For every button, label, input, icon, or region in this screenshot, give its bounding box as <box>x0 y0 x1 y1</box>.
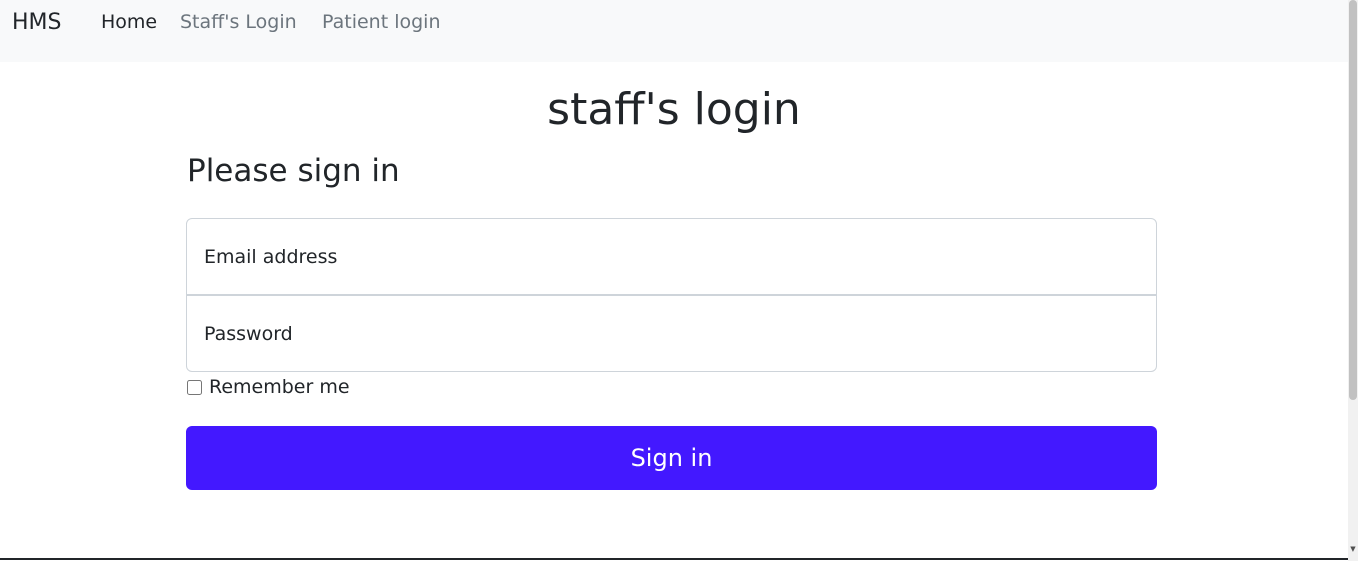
nav-link-staff-login[interactable]: Staff's Login <box>180 11 297 33</box>
navbar: HMS Home Staff's Login Patient login <box>0 0 1348 62</box>
sign-in-button[interactable]: Sign in <box>186 426 1157 490</box>
email-field <box>186 218 1157 295</box>
scroll-down-arrow-icon[interactable]: ▼ <box>1349 545 1357 553</box>
remember-me-checkbox[interactable] <box>187 379 202 395</box>
scrollbar-thumb[interactable] <box>1349 0 1357 400</box>
page-title: staff's login <box>547 84 801 135</box>
password-input[interactable] <box>187 296 1156 371</box>
sign-in-heading: Please sign in <box>187 153 400 189</box>
bottom-divider <box>0 558 1348 560</box>
brand-link[interactable]: HMS <box>12 10 62 35</box>
remember-me-label: Remember me <box>209 376 350 398</box>
nav-link-patient-login[interactable]: Patient login <box>322 11 440 33</box>
nav-link-home[interactable]: Home <box>101 11 157 33</box>
password-field <box>186 295 1157 372</box>
remember-me[interactable]: Remember me <box>186 376 350 398</box>
email-input[interactable] <box>187 219 1156 294</box>
vertical-scrollbar[interactable]: ▼ <box>1348 0 1358 561</box>
